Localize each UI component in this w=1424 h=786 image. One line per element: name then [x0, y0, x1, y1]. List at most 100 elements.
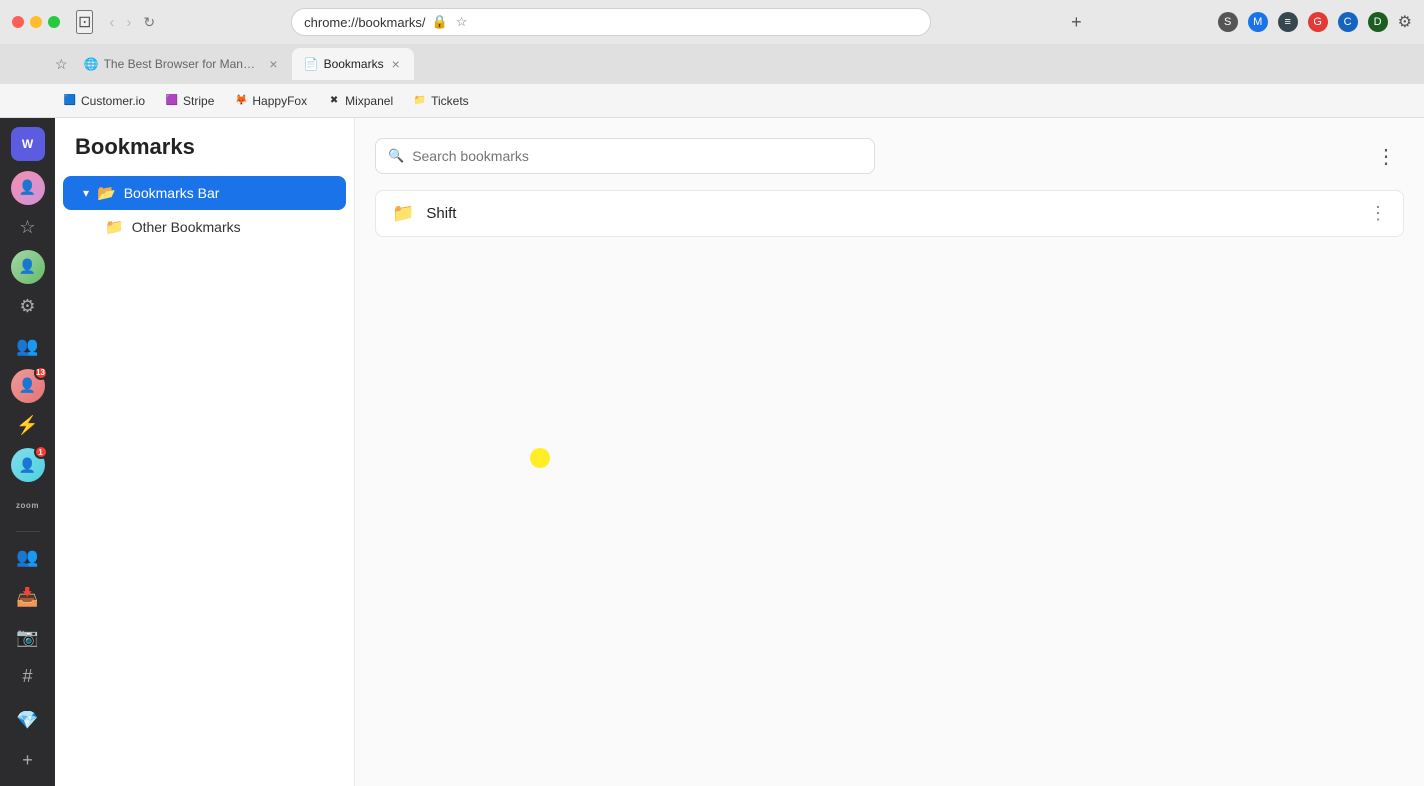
browser-extensions: S M ≡ G C D ⚙: [1218, 12, 1412, 32]
bm-label-customerio: Customer.io: [81, 94, 145, 108]
bm-toolbar-item-stripe[interactable]: 🟪 Stripe: [157, 91, 222, 111]
bookmarks-left-panel: Bookmarks ▾ 📂 Bookmarks Bar 📁 Other Book…: [55, 118, 355, 786]
bm-favicon-stripe: 🟪: [165, 94, 179, 108]
bm-row-shift[interactable]: 📁 Shift ⋮: [375, 190, 1404, 237]
bm-row-name-shift: Shift: [426, 205, 1357, 222]
folder-icon-shift: 📁: [392, 203, 414, 224]
bookmarks-list: 📁 Shift ⋮: [375, 190, 1404, 237]
main-layout: W 👤 ☆ 👤 ⚙ 👥 👤 13: [0, 118, 1424, 786]
notifications-avatar: 👤 13: [11, 369, 45, 403]
folder-closed-icon: 📁: [105, 218, 124, 236]
sidebar-divider: [16, 531, 40, 532]
extension-stack-icon[interactable]: ≡: [1278, 12, 1298, 32]
nav-buttons: ‹ ›: [105, 12, 135, 33]
reload-button[interactable]: ↻: [143, 14, 155, 31]
tree-label-bookmarks-bar: Bookmarks Bar: [124, 185, 220, 201]
sidebar-item-inbox[interactable]: 📥: [9, 580, 47, 616]
traffic-lights: [12, 16, 60, 28]
instagram-icon: 📷: [16, 627, 38, 648]
tab-favicon-best-browser: 🌐: [84, 57, 98, 71]
folder-open-icon: 📂: [97, 184, 116, 202]
close-button[interactable]: [12, 16, 24, 28]
sidebar-item-notifications[interactable]: 👤 13: [9, 368, 47, 404]
sidebar-item-integrations[interactable]: ⚡: [9, 408, 47, 444]
sidebar-item-avatar3[interactable]: 👤 1: [9, 448, 47, 484]
sidebar-item-avatar2[interactable]: 👤: [9, 249, 47, 285]
new-tab-button[interactable]: +: [1071, 12, 1082, 33]
bm-favicon-mixpanel: ✖: [327, 94, 341, 108]
bm-toolbar-item-happyfox[interactable]: 🦊 HappyFox: [226, 91, 315, 111]
star-icon: ☆: [19, 217, 35, 238]
tab-best-browser[interactable]: 🌐 The Best Browser for Managing Al... ×: [72, 48, 292, 80]
bm-label-mixpanel: Mixpanel: [345, 94, 393, 108]
sidebar-item-apps[interactable]: ⚙: [9, 289, 47, 325]
tab-title-best-browser: The Best Browser for Managing Al...: [104, 57, 262, 71]
sidebar-item-work[interactable]: W: [9, 126, 47, 162]
sidebar-toggle-button[interactable]: ⊡: [76, 10, 93, 34]
address-bar[interactable]: chrome://bookmarks/ 🔒 ☆: [291, 8, 931, 36]
security-icon: 🔒: [432, 14, 448, 30]
bookmarks-toolbar: 🟦 Customer.io 🟪 Stripe 🦊 HappyFox ✖ Mixp…: [0, 84, 1424, 118]
tabs-bar: ☆ 🌐 The Best Browser for Managing Al... …: [0, 44, 1424, 84]
people-icon: 👥: [16, 336, 38, 357]
bm-toolbar-item-customerio[interactable]: 🟦 Customer.io: [55, 91, 153, 111]
apps-icon: ⚙: [19, 296, 35, 317]
zoom-label: zoom: [16, 501, 39, 510]
back-button[interactable]: ‹: [105, 12, 118, 33]
integration-icon: ⚡: [16, 415, 38, 436]
bm-row-more-shift[interactable]: ⋮: [1369, 203, 1387, 224]
sidebar-item-people[interactable]: 👥: [9, 328, 47, 364]
search-icon: 🔍: [388, 148, 404, 164]
extension-drive-icon[interactable]: D: [1368, 12, 1388, 32]
avatar-1: 👤: [11, 171, 45, 205]
tab-bookmarks[interactable]: 📄 Bookmarks ×: [292, 48, 414, 80]
forward-button[interactable]: ›: [122, 12, 135, 33]
bookmarks-content: Bookmarks ▾ 📂 Bookmarks Bar 📁 Other Book…: [55, 118, 1424, 786]
maximize-button[interactable]: [48, 16, 60, 28]
tree-item-other-bookmarks[interactable]: 📁 Other Bookmarks: [63, 210, 346, 244]
tab-title-bookmarks: Bookmarks: [324, 57, 384, 71]
more-options-button[interactable]: ⋮: [1368, 140, 1404, 173]
extension-metamask-icon[interactable]: M: [1248, 12, 1268, 32]
tab-close-bookmarks[interactable]: ×: [390, 55, 402, 73]
right-panel-header: 🔍 ⋮: [375, 138, 1404, 174]
extension-gmail-icon[interactable]: G: [1308, 12, 1328, 32]
minimize-button[interactable]: [30, 16, 42, 28]
sidebar-item-slack[interactable]: #: [9, 659, 47, 695]
bookmark-star-icon[interactable]: ☆: [456, 14, 468, 30]
notification-badge-1: 1: [34, 445, 48, 459]
sidebar-item-groups[interactable]: 👥: [9, 540, 47, 576]
bm-favicon-happyfox: 🦊: [234, 94, 248, 108]
sidebar-item-gem[interactable]: 💎: [9, 703, 47, 739]
extension-calendar-icon[interactable]: C: [1338, 12, 1358, 32]
sidebar-item-avatar1[interactable]: 👤: [9, 170, 47, 206]
bm-toolbar-item-tickets[interactable]: 📁 Tickets: [405, 91, 477, 111]
search-input[interactable]: [412, 148, 862, 164]
search-bar[interactable]: 🔍: [375, 138, 875, 174]
bm-toolbar-item-mixpanel[interactable]: ✖ Mixpanel: [319, 91, 401, 111]
inbox-icon: 📥: [16, 587, 38, 608]
shift-sidebar: W 👤 ☆ 👤 ⚙ 👥 👤 13: [0, 118, 55, 786]
bm-favicon-tickets: 📁: [413, 94, 427, 108]
tree-item-bookmarks-bar[interactable]: ▾ 📂 Bookmarks Bar: [63, 176, 346, 210]
bm-label-happyfox: HappyFox: [252, 94, 307, 108]
chevron-down-icon: ▾: [83, 186, 89, 200]
work-icon: W: [11, 127, 45, 161]
sidebar-item-instagram[interactable]: 📷: [9, 619, 47, 655]
tree-label-other-bookmarks: Other Bookmarks: [132, 219, 241, 235]
address-bar-icons: 🔒 ☆: [432, 14, 468, 30]
sidebar-item-favorites[interactable]: ☆: [9, 209, 47, 245]
add-icon: +: [22, 750, 33, 771]
sidebar-item-zoom[interactable]: zoom: [9, 487, 47, 523]
tab-close-best-browser[interactable]: ×: [267, 55, 279, 73]
bm-label-stripe: Stripe: [183, 94, 214, 108]
star-bookmark-btn[interactable]: ☆: [55, 56, 68, 73]
address-text: chrome://bookmarks/: [304, 15, 425, 30]
settings-button[interactable]: ⚙: [1398, 12, 1412, 32]
extension-shift-icon[interactable]: S: [1218, 12, 1238, 32]
title-bar: ⊡ ‹ › ↻ chrome://bookmarks/ 🔒 ☆ + S M ≡ …: [0, 0, 1424, 44]
bm-label-tickets: Tickets: [431, 94, 469, 108]
tab-favicon-bookmarks: 📄: [304, 57, 318, 71]
sidebar-item-add[interactable]: +: [9, 742, 47, 778]
groups-icon: 👥: [16, 547, 38, 568]
